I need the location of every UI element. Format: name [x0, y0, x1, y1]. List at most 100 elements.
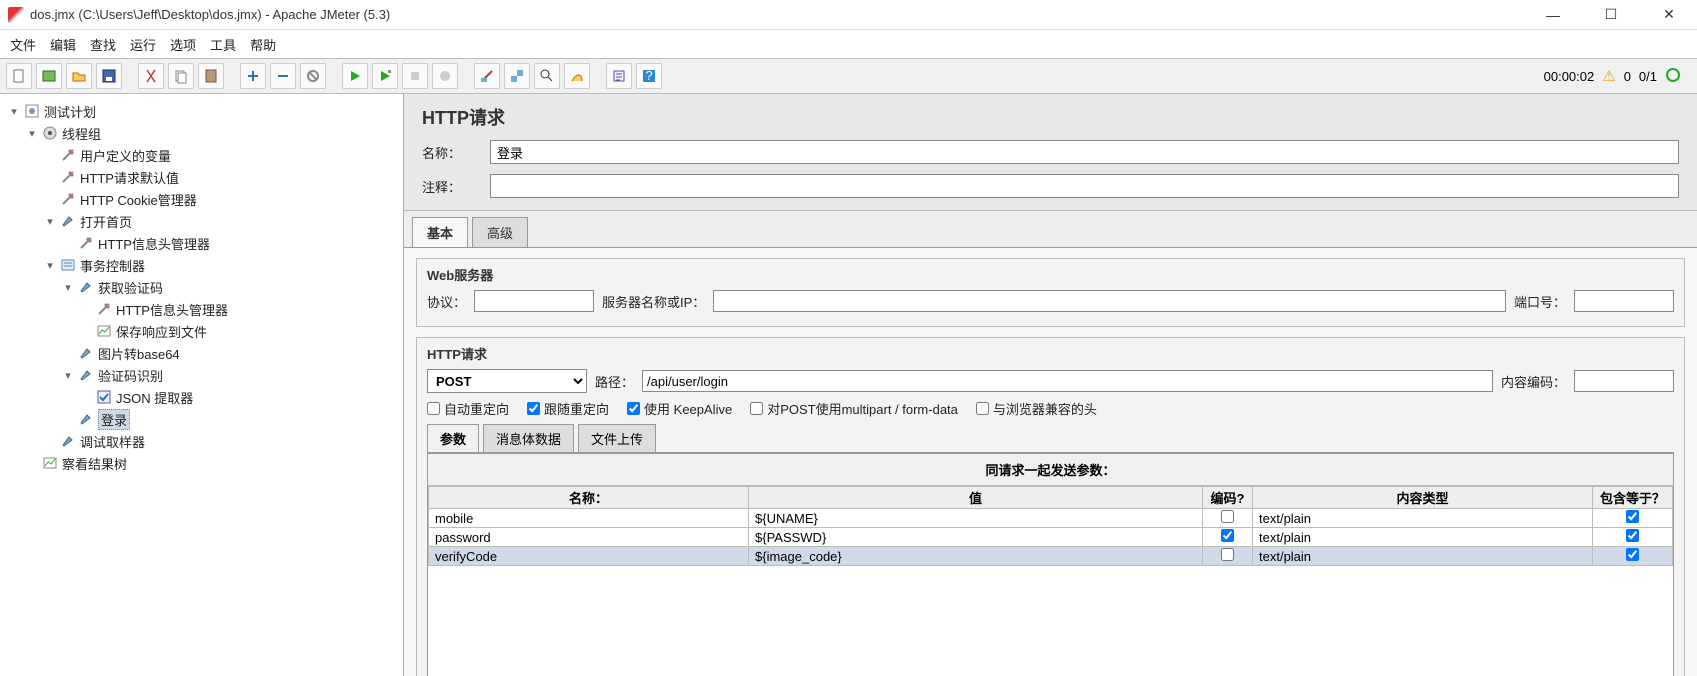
col-include-eq[interactable]: 包含等于？ [1593, 487, 1673, 509]
minimize-button[interactable]: — [1533, 5, 1573, 25]
tree-item[interactable]: ▾打开首页 [4, 210, 399, 232]
cell-encode[interactable] [1203, 509, 1253, 528]
tree-item[interactable]: HTTP信息头管理器 [4, 232, 399, 254]
port-label: 端口号： [1514, 292, 1566, 311]
tree-item[interactable]: 察看结果树 [4, 452, 399, 474]
cell-value[interactable]: ${image_code} [749, 547, 1203, 566]
browser-headers-check[interactable]: 与浏览器兼容的头 [976, 399, 1097, 418]
remove-icon[interactable] [270, 63, 296, 89]
cell-encode[interactable] [1203, 547, 1253, 566]
cell-name[interactable]: mobile [429, 509, 749, 528]
tree-item[interactable]: 保存响应到文件 [4, 320, 399, 342]
tree-item[interactable]: 登录 [4, 408, 399, 430]
col-name[interactable]: 名称： [429, 487, 749, 509]
tab-basic[interactable]: 基本 [412, 217, 468, 247]
cell-encode[interactable] [1203, 528, 1253, 547]
tree-item[interactable]: 图片转base64 [4, 342, 399, 364]
tree-toggle-icon[interactable]: ▾ [62, 369, 74, 382]
name-input[interactable] [490, 140, 1679, 164]
cell-value[interactable]: ${PASSWD} [749, 528, 1203, 547]
tree-toggle-icon[interactable]: ▾ [44, 259, 56, 272]
tree-item[interactable]: ▾测试计划 [4, 100, 399, 122]
tree-item[interactable]: 用户定义的变量 [4, 144, 399, 166]
encoding-input[interactable] [1574, 370, 1674, 392]
open-icon[interactable] [66, 63, 92, 89]
save-icon[interactable] [96, 63, 122, 89]
listener-icon [42, 455, 58, 471]
close-button[interactable]: ✕ [1649, 5, 1689, 25]
menu-search[interactable]: 查找 [90, 35, 116, 54]
tree-toggle-icon[interactable]: ▾ [44, 215, 56, 228]
ptab-files[interactable]: 文件上传 [578, 424, 656, 452]
templates-icon[interactable] [36, 63, 62, 89]
tree-item[interactable]: ▾事务控制器 [4, 254, 399, 276]
tree-toggle-icon[interactable]: ▾ [26, 127, 38, 140]
cell-value[interactable]: ${UNAME} [749, 509, 1203, 528]
reset-search-icon[interactable] [564, 63, 590, 89]
tree-item[interactable]: ▾获取验证码 [4, 276, 399, 298]
tree-item[interactable]: ▾验证码识别 [4, 364, 399, 386]
add-icon[interactable] [240, 63, 266, 89]
tab-advanced[interactable]: 高级 [472, 217, 528, 247]
method-select[interactable]: POST [427, 369, 587, 393]
http-request-title: HTTP请求 [427, 344, 1674, 363]
cell-ctype[interactable]: text/plain [1253, 528, 1593, 547]
clear-icon[interactable] [474, 63, 500, 89]
run-icon[interactable] [342, 63, 368, 89]
table-row[interactable]: verifyCode${image_code} text/plain [429, 547, 1673, 566]
run-notimer-icon[interactable] [372, 63, 398, 89]
cell-include-eq[interactable] [1593, 547, 1673, 566]
shutdown-icon[interactable] [432, 63, 458, 89]
clear-all-icon[interactable] [504, 63, 530, 89]
cell-name[interactable]: verifyCode [429, 547, 749, 566]
col-encode[interactable]: 编码? [1203, 487, 1253, 509]
tree-item[interactable]: HTTP请求默认值 [4, 166, 399, 188]
params-table[interactable]: 名称： 值 编码? 内容类型 包含等于？ mobile${UNAME} text/… [428, 486, 1673, 566]
host-input[interactable] [713, 290, 1506, 312]
editor-header: HTTP请求 名称： 注释： [404, 94, 1697, 211]
keepalive-check[interactable]: 使用 KeepAlive [627, 399, 732, 418]
menu-tools[interactable]: 工具 [210, 35, 236, 54]
cell-include-eq[interactable] [1593, 509, 1673, 528]
tree-item[interactable]: HTTP Cookie管理器 [4, 188, 399, 210]
protocol-input[interactable] [474, 290, 594, 312]
ptab-body[interactable]: 消息体数据 [483, 424, 574, 452]
comment-input[interactable] [490, 174, 1679, 198]
stop-icon[interactable] [402, 63, 428, 89]
ptab-params[interactable]: 参数 [427, 424, 479, 452]
menu-run[interactable]: 运行 [130, 35, 156, 54]
tree-item[interactable]: ▾线程组 [4, 122, 399, 144]
tree-toggle-icon[interactable]: ▾ [8, 105, 20, 118]
follow-redirect-check[interactable]: 跟随重定向 [527, 399, 609, 418]
cell-ctype[interactable]: text/plain [1253, 547, 1593, 566]
tree-item[interactable]: HTTP信息头管理器 [4, 298, 399, 320]
col-value[interactable]: 值 [749, 487, 1203, 509]
test-plan-tree[interactable]: ▾测试计划▾线程组用户定义的变量HTTP请求默认值HTTP Cookie管理器▾… [0, 94, 404, 676]
menu-file[interactable]: 文件 [10, 35, 36, 54]
menu-edit[interactable]: 编辑 [50, 35, 76, 54]
cell-ctype[interactable]: text/plain [1253, 509, 1593, 528]
help-icon[interactable]: ? [636, 63, 662, 89]
tree-item[interactable]: JSON 提取器 [4, 386, 399, 408]
cut-icon[interactable] [138, 63, 164, 89]
col-ctype[interactable]: 内容类型 [1253, 487, 1593, 509]
cell-include-eq[interactable] [1593, 528, 1673, 547]
cell-name[interactable]: password [429, 528, 749, 547]
search-icon[interactable] [534, 63, 560, 89]
table-row[interactable]: mobile${UNAME} text/plain [429, 509, 1673, 528]
tree-item[interactable]: 调试取样器 [4, 430, 399, 452]
paste-icon[interactable] [198, 63, 224, 89]
port-input[interactable] [1574, 290, 1674, 312]
tree-toggle-icon[interactable]: ▾ [62, 281, 74, 294]
multipart-check[interactable]: 对POST使用multipart / form-data [750, 399, 958, 418]
menu-options[interactable]: 选项 [170, 35, 196, 54]
copy-icon[interactable] [168, 63, 194, 89]
function-helper-icon[interactable] [606, 63, 632, 89]
path-input[interactable] [642, 370, 1493, 392]
new-icon[interactable] [6, 63, 32, 89]
disable-icon[interactable] [300, 63, 326, 89]
auto-redirect-check[interactable]: 自动重定向 [427, 399, 509, 418]
menu-help[interactable]: 帮助 [250, 35, 276, 54]
table-row[interactable]: password${PASSWD} text/plain [429, 528, 1673, 547]
maximize-button[interactable]: ☐ [1591, 5, 1631, 25]
